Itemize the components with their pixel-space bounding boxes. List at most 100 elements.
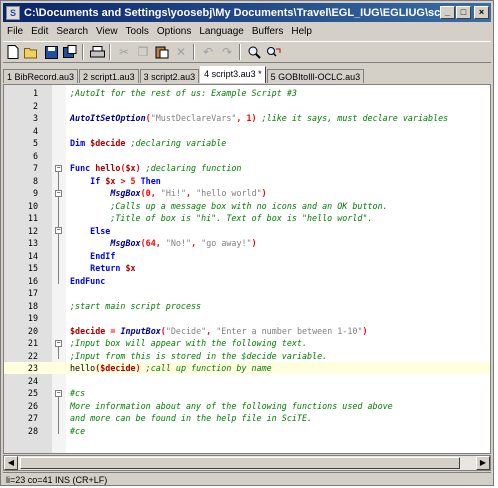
menu-view[interactable]: View xyxy=(92,26,122,37)
line-number: 2 xyxy=(32,100,38,111)
code-line[interactable]: 22 ;Input from this is stored in the $dec… xyxy=(4,350,490,362)
code-line[interactable]: 3 AutoItSetOption("MustDeclareVars", 1) ;… xyxy=(4,112,490,124)
menu-tools[interactable]: Tools xyxy=(122,26,153,37)
code-line[interactable]: 11 ;Title of box is "hi". Text of box is… xyxy=(4,212,490,224)
code-line[interactable]: 18 ;start main script process xyxy=(4,300,490,312)
code-line[interactable]: 6 xyxy=(4,150,490,162)
redo-icon[interactable]: ↷ xyxy=(218,43,236,61)
tab-script1[interactable]: 2 script1.au3 xyxy=(79,69,139,83)
code-token: ;AutoIt for the rest of us: Example Scri… xyxy=(70,88,297,98)
tab-script3[interactable]: 4 script3.au3 * xyxy=(200,66,266,83)
code-line[interactable]: 25 #cs xyxy=(4,387,490,399)
code-token: If xyxy=(90,175,106,186)
code-line[interactable]: 7 Func hello($x) ;declaring function xyxy=(4,162,490,174)
paste-icon[interactable] xyxy=(153,43,171,61)
save-icon[interactable] xyxy=(42,43,60,61)
menu-help[interactable]: Help xyxy=(287,26,316,37)
code-line[interactable]: 4 xyxy=(4,125,490,137)
code-token: Else xyxy=(90,225,111,236)
maximize-button[interactable]: □ xyxy=(456,6,471,19)
code-line[interactable]: 14 EndIf xyxy=(4,250,490,262)
save-as-icon[interactable] xyxy=(61,43,79,61)
code-line[interactable]: 17 xyxy=(4,287,490,299)
code-line[interactable]: 21 ;Input box will appear with the follow… xyxy=(4,337,490,349)
menu-file[interactable]: File xyxy=(3,26,27,37)
code-token: AutoItSetOption xyxy=(70,113,146,123)
code-text: Dim $decide ;declaring variable xyxy=(70,137,226,149)
menu-edit[interactable]: Edit xyxy=(27,26,52,37)
code-token: 64 xyxy=(145,238,156,248)
cut-icon[interactable]: ✂ xyxy=(115,43,133,61)
line-number: 5 xyxy=(32,138,38,148)
scroll-right-arrow-icon[interactable]: ▶ xyxy=(476,456,490,470)
tab-bibrecord[interactable]: 1 BibRecord.au3 xyxy=(3,69,79,83)
fold-toggle-icon[interactable]: − xyxy=(55,164,62,172)
code-line[interactable]: 13 MsgBox(64, "No!", "go away!") xyxy=(4,237,490,249)
code-line[interactable]: 27 and more can be found in the help file… xyxy=(4,412,490,424)
code-line[interactable]: 15 Return $x xyxy=(4,262,490,274)
delete-icon[interactable]: ✕ xyxy=(172,43,190,61)
menu-options[interactable]: Options xyxy=(153,26,195,37)
tab-script2[interactable]: 3 script2.au3 xyxy=(139,69,200,83)
new-file-icon[interactable] xyxy=(4,43,22,61)
line-number: 13 xyxy=(27,238,38,248)
fold-toggle-icon[interactable]: − xyxy=(55,389,62,397)
line-number: 15 xyxy=(27,263,38,273)
code-line[interactable]: 19 xyxy=(4,312,490,324)
line-number: 4 xyxy=(32,125,38,136)
code-token: $x xyxy=(105,175,121,186)
minimize-button[interactable]: _ xyxy=(440,6,455,19)
find-icon[interactable] xyxy=(245,43,263,61)
scroll-left-arrow-icon[interactable]: ◀ xyxy=(4,456,18,470)
open-folder-icon[interactable] xyxy=(23,43,41,61)
toolbar: ✂ ❐ ✕ ↶ ↷ xyxy=(3,41,491,63)
line-number: 23 xyxy=(27,363,38,373)
code-line[interactable]: 23 hello($decide) ;call up function by na… xyxy=(4,362,490,374)
code-line[interactable]: 20 $decide = InputBox("Decide", "Enter a … xyxy=(4,325,490,337)
code-text: #ce xyxy=(70,425,85,437)
line-number: 18 xyxy=(27,300,38,311)
code-token: > xyxy=(120,175,131,186)
replace-icon[interactable] xyxy=(264,43,282,61)
code-token: = xyxy=(110,325,121,336)
code-line[interactable]: 24 xyxy=(4,375,490,387)
undo-icon[interactable]: ↶ xyxy=(199,43,217,61)
code-line[interactable]: 28 #ce xyxy=(4,425,490,437)
code-line[interactable]: 5 Dim $decide ;declaring variable xyxy=(4,137,490,149)
code-line[interactable]: 16 EndFunc xyxy=(4,275,490,287)
copy-icon[interactable]: ❐ xyxy=(134,43,152,61)
tab-gobi-oclc[interactable]: 5 GOBItoIll-OCLC.au3 xyxy=(266,69,365,83)
code-line[interactable]: 12 Else xyxy=(4,225,490,237)
code-line[interactable]: 10 ;Calls up a message box with no icons… xyxy=(4,200,490,212)
code-token: hello xyxy=(70,363,96,373)
title-bar[interactable]: S C:\Documents and Settings\yoosebj\My D… xyxy=(3,3,491,22)
scite-app-icon[interactable]: S xyxy=(6,5,20,20)
code-line[interactable]: 1 ;AutoIt for the rest of us: Example Scr… xyxy=(4,87,490,99)
menu-buffers[interactable]: Buffers xyxy=(248,26,288,37)
code-token: EndFunc xyxy=(70,275,106,286)
code-token: ;Input from this is stored in the $decid… xyxy=(70,350,328,361)
fold-toggle-icon[interactable]: − xyxy=(55,227,62,234)
code-text: ;start main script process xyxy=(70,300,201,312)
scrollbar-thumb[interactable] xyxy=(20,457,460,469)
code-token: Return xyxy=(90,263,126,273)
menu-language[interactable]: Language xyxy=(195,26,248,37)
code-token: ) xyxy=(251,238,257,248)
code-line[interactable]: 2 xyxy=(4,100,490,112)
code-line[interactable]: 26 More information about any of the foll… xyxy=(4,400,490,412)
code-token: ;like it says, must declare variables xyxy=(261,113,449,123)
horizontal-scrollbar[interactable]: ◀ ▶ xyxy=(3,455,491,471)
close-button[interactable]: × xyxy=(474,6,489,19)
menu-search[interactable]: Search xyxy=(52,26,92,37)
line-number: 11 xyxy=(27,213,38,223)
fold-toggle-icon[interactable]: − xyxy=(55,189,62,197)
code-line[interactable]: 9 MsgBox(0, "Hi!", "hello world") xyxy=(4,187,490,199)
print-icon[interactable] xyxy=(88,43,106,61)
code-line[interactable]: 8 If $x > 5 Then xyxy=(4,175,490,187)
code-editor[interactable]: 1 ;AutoIt for the rest of us: Example Scr… xyxy=(3,84,491,454)
fold-toggle-icon[interactable]: − xyxy=(55,339,62,347)
